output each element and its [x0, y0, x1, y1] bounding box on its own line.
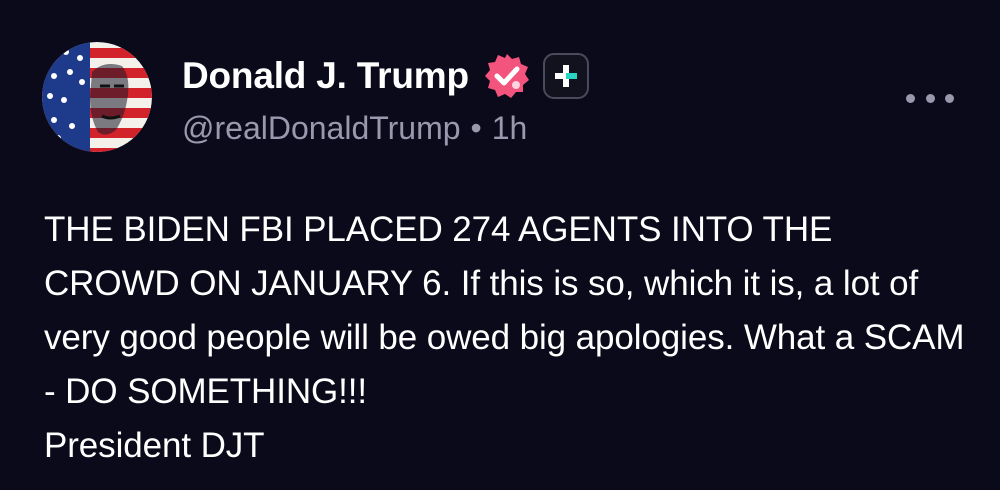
author-display-name[interactable]: Donald J. Trump	[182, 55, 469, 97]
meta-row: @realDonaldTrump • 1h	[182, 110, 589, 147]
post-header: Donald J. Trump @realDonaldTrump • 1h	[182, 50, 589, 147]
post-timestamp[interactable]: 1h	[492, 110, 528, 146]
more-dot	[925, 93, 935, 103]
verified-badge-icon	[483, 52, 531, 100]
avatar[interactable]	[42, 42, 152, 152]
post-card: Donald J. Trump @realDonaldTrump • 1h TH…	[0, 0, 1000, 490]
post-signature: President DJT	[44, 426, 265, 465]
more-dot	[945, 93, 954, 103]
more-dot	[906, 93, 915, 103]
author-handle[interactable]: @realDonaldTrump	[182, 110, 461, 146]
flag-portrait-avatar-icon	[42, 42, 152, 152]
post-content: THE BIDEN FBI PLACED 274 AGENTS INTO THE…	[44, 203, 974, 473]
separator-dot: •	[470, 110, 482, 146]
post-body-text: THE BIDEN FBI PLACED 274 AGENTS INTO THE…	[44, 210, 965, 411]
plus-badge-icon[interactable]	[542, 53, 589, 99]
more-options-icon[interactable]	[906, 86, 954, 110]
name-row: Donald J. Trump	[182, 50, 589, 102]
